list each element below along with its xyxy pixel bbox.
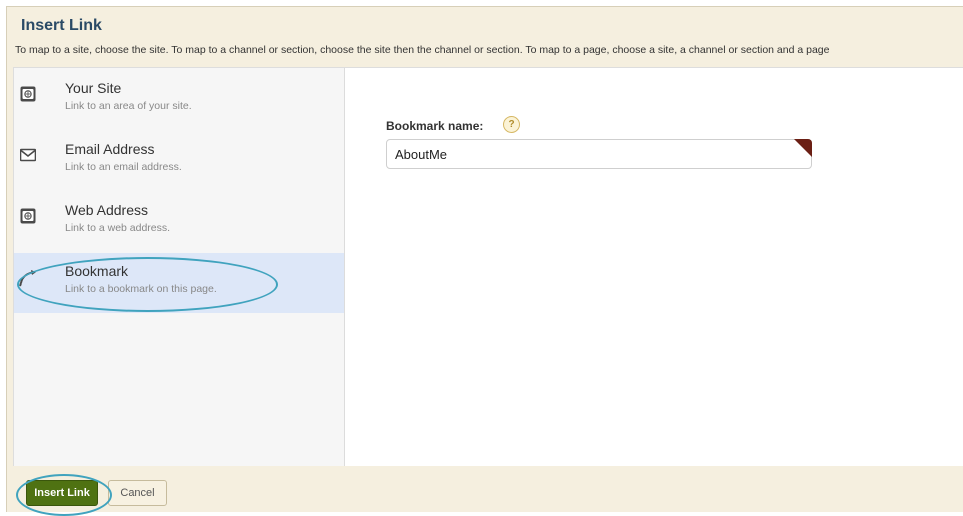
dialog-title: Insert Link	[21, 17, 102, 34]
link-type-description: Link to an email address.	[65, 161, 182, 173]
site-icon	[20, 86, 36, 102]
bookmark-name-input[interactable]	[386, 139, 812, 169]
dialog-header: Insert Link To map to a site, choose the…	[7, 7, 963, 67]
link-type-web-address[interactable]: Web Address Link to a web address.	[14, 192, 344, 252]
link-type-description: Link to a web address.	[65, 222, 171, 234]
web-icon	[20, 208, 36, 224]
link-type-list: Your Site Link to an area of your site. …	[14, 68, 345, 466]
required-field-marker	[794, 139, 812, 157]
bookmark-form: Bookmark name: ?	[346, 68, 963, 466]
link-type-label: Email Address	[65, 141, 155, 157]
cancel-button[interactable]: Cancel	[108, 480, 167, 506]
dialog-instructions: To map to a site, choose the site. To ma…	[15, 44, 830, 56]
bookmark-icon	[18, 267, 38, 287]
link-type-email-address[interactable]: Email Address Link to an email address.	[14, 131, 344, 191]
insert-link-button[interactable]: Insert Link	[26, 480, 98, 506]
dialog-body: Your Site Link to an area of your site. …	[13, 67, 963, 466]
link-type-bookmark[interactable]: Bookmark Link to a bookmark on this page…	[14, 253, 344, 313]
link-type-label: Web Address	[65, 202, 149, 218]
link-type-your-site[interactable]: Your Site Link to an area of your site.	[14, 70, 344, 130]
link-type-label: Your Site	[65, 80, 122, 96]
link-type-description: Link to an area of your site.	[65, 100, 192, 112]
insert-link-dialog: Insert Link To map to a site, choose the…	[6, 6, 963, 516]
dialog-footer: Insert Link Cancel	[7, 466, 963, 516]
link-type-label: Bookmark	[65, 263, 129, 279]
envelope-icon	[19, 147, 37, 163]
bookmark-name-label: Bookmark name:	[386, 119, 484, 133]
link-type-description: Link to a bookmark on this page.	[65, 283, 217, 295]
help-icon[interactable]: ?	[503, 116, 520, 133]
